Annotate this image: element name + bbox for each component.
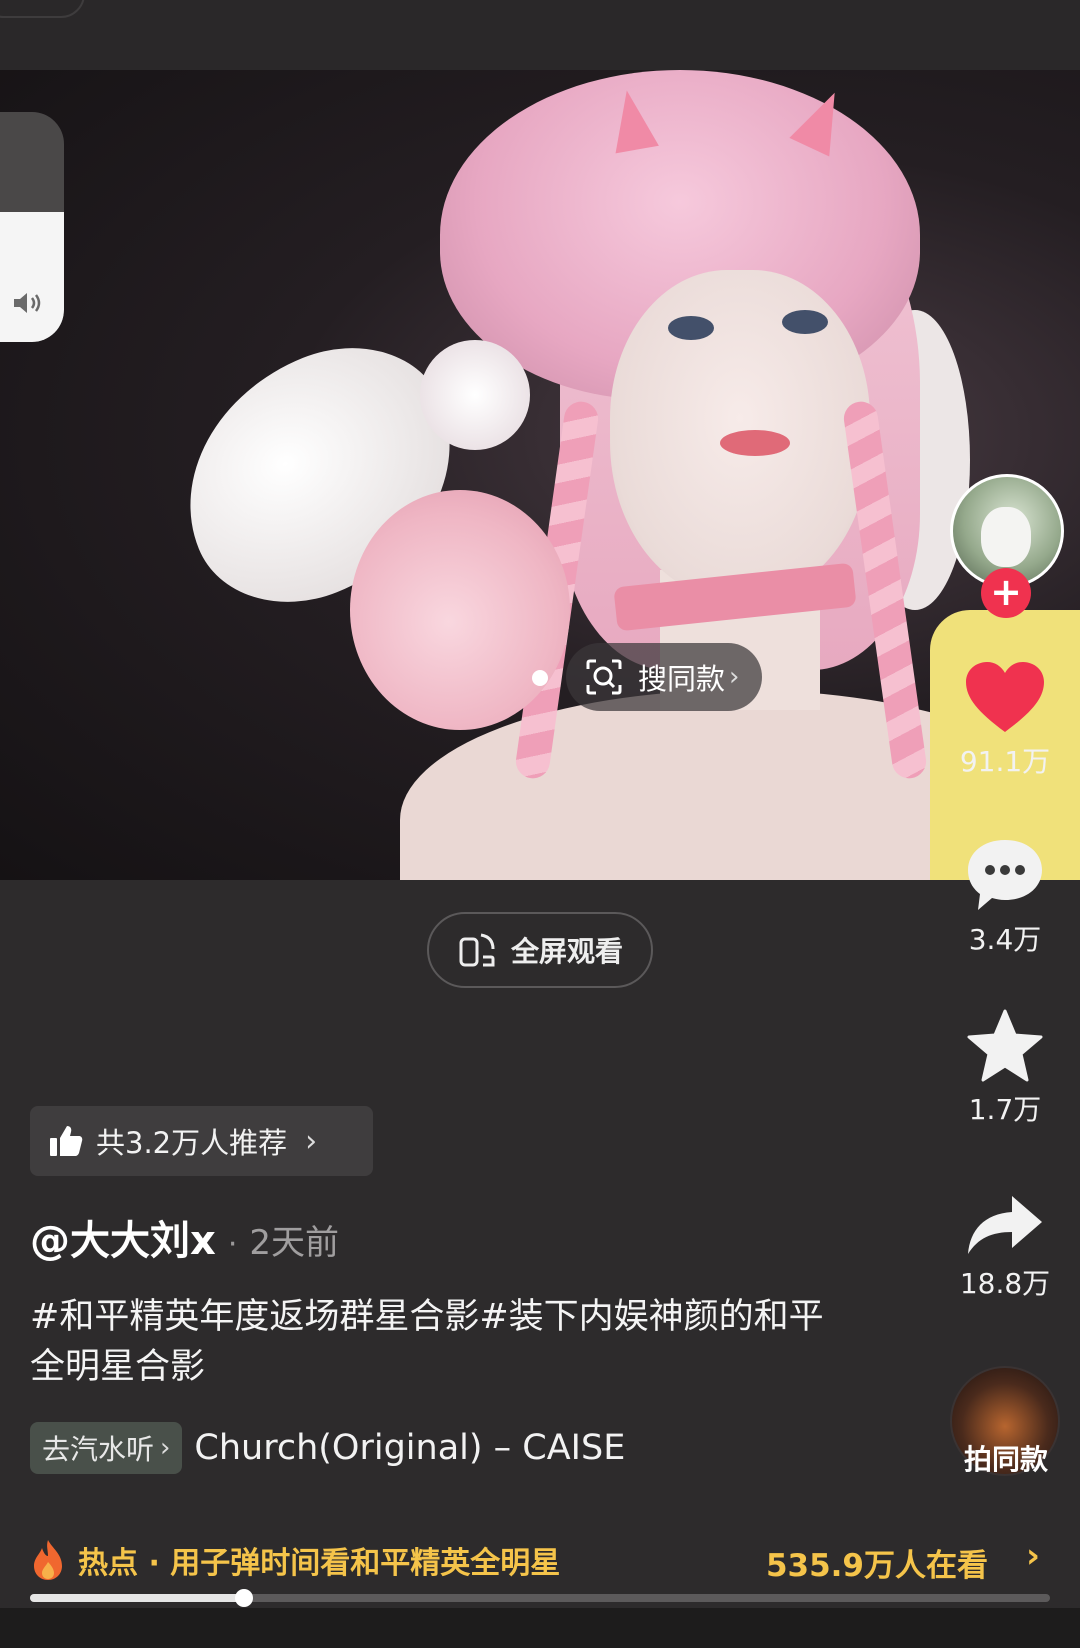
share-button[interactable]: 18.8万 <box>940 1192 1070 1302</box>
video-caption[interactable]: #和平精英年度返场群星合影#装下内娱神颜的和平全明星合影 <box>30 1292 830 1392</box>
search-same-label: 搜同款 <box>638 662 726 696</box>
progress-knob[interactable] <box>235 1589 254 1607</box>
follow-plus-icon[interactable]: + <box>981 568 1031 618</box>
speaker-icon <box>12 290 46 322</box>
search-same-button[interactable]: 搜同款 › <box>566 643 762 711</box>
video-player[interactable] <box>0 70 1080 880</box>
rotate-screen-icon <box>459 933 495 967</box>
recommend-label: 共3.2万人推荐 <box>96 1126 288 1160</box>
video-eye-left <box>668 316 714 340</box>
product-anchor-dot[interactable] <box>532 670 548 686</box>
chevron-right-icon: › <box>160 1433 171 1463</box>
like-button[interactable]: 91.1万 <box>940 660 1070 780</box>
comment-count: 3.4万 <box>968 923 1042 956</box>
hot-topic-bar[interactable]: 热点 · 用子弹时间看和平精英全明星 535.9万人在看 › <box>30 1532 1050 1588</box>
thumbs-up-icon <box>50 1126 83 1156</box>
author-name[interactable]: @大大刘x <box>30 1208 216 1266</box>
top-pill <box>0 0 85 18</box>
heart-icon <box>966 662 1044 732</box>
top-status-area <box>0 0 1080 70</box>
author-line: @大大刘x · 2天前 <box>30 1208 339 1266</box>
bottom-strip <box>0 1608 1080 1648</box>
video-pompom <box>420 340 530 450</box>
share-count: 18.8万 <box>959 1267 1051 1300</box>
music-line: 去汽水听 › Church(Original) – CAISE <box>30 1422 624 1474</box>
shoot-same-label[interactable]: 拍同款 <box>950 1438 1062 1478</box>
video-progress-bar[interactable] <box>30 1589 1050 1607</box>
favorite-count: 1.7万 <box>968 1093 1042 1126</box>
chevron-right-icon: › <box>1025 1536 1040 1576</box>
like-count: 91.1万 <box>959 745 1051 778</box>
comment-bubble-icon <box>968 840 1042 910</box>
chevron-right-icon: › <box>305 1123 318 1159</box>
music-title[interactable]: Church(Original) – CAISE <box>194 1428 624 1468</box>
hot-viewer-count: 535.9万人在看 <box>765 1548 988 1584</box>
favorite-button[interactable]: 1.7万 <box>940 1008 1070 1128</box>
recommend-button[interactable]: 共3.2万人推荐 › <box>30 1106 373 1176</box>
post-time: 2天前 <box>249 1223 339 1263</box>
avatar-bear <box>981 507 1031 567</box>
comment-button[interactable]: 3.4万 <box>940 836 1070 958</box>
fullscreen-button[interactable]: 全屏观看 <box>427 912 653 988</box>
video-eye-right <box>782 310 828 334</box>
progress-fill <box>30 1594 245 1602</box>
video-chick-toy <box>350 490 570 730</box>
separator-dot: · <box>227 1227 238 1262</box>
fullscreen-label: 全屏观看 <box>510 935 623 968</box>
soda-label: 去汽水听 <box>42 1433 155 1466</box>
hot-topic-label: 热点 · 用子弹时间看和平精英全明星 <box>78 1546 561 1581</box>
flame-icon <box>34 1540 62 1580</box>
volume-fill <box>0 212 64 342</box>
share-arrow-icon <box>968 1196 1042 1254</box>
scan-search-icon <box>586 659 622 695</box>
listen-on-soda-button[interactable]: 去汽水听 › <box>30 1422 183 1474</box>
chevron-right-icon: › <box>729 662 740 692</box>
video-lips <box>720 430 790 456</box>
star-icon <box>967 1009 1043 1082</box>
